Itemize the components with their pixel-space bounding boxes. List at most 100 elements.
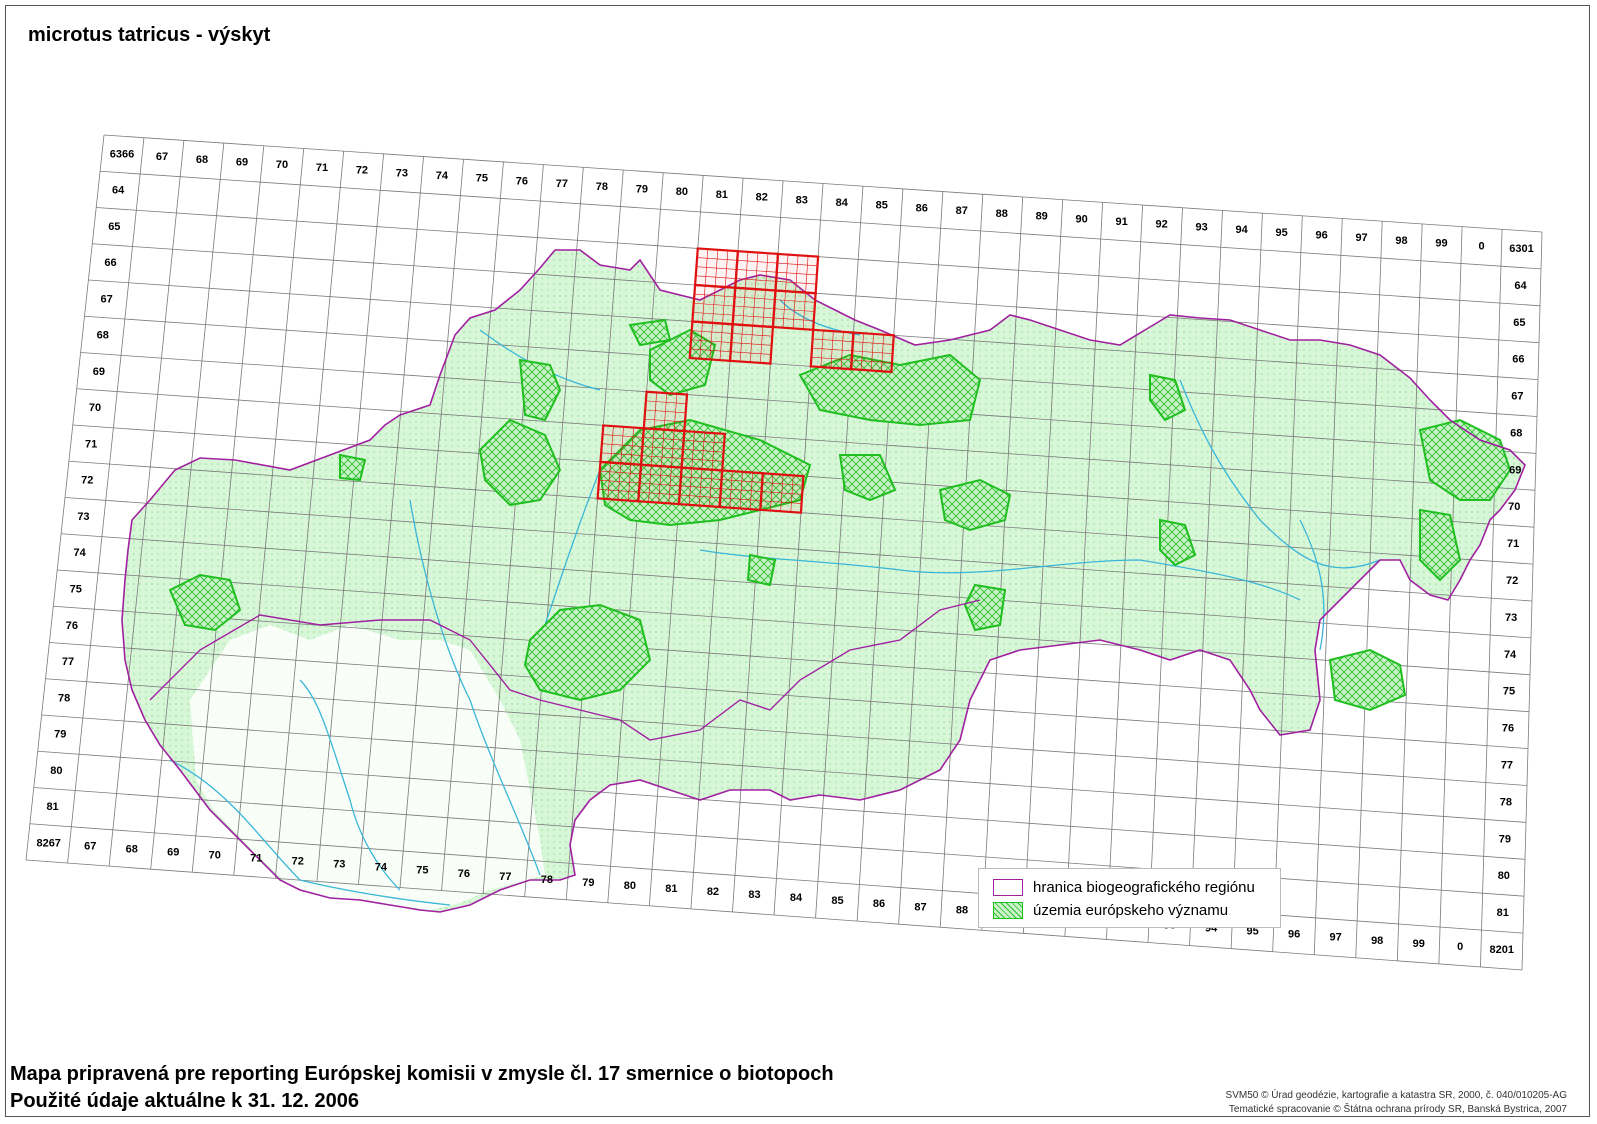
grid-right-label: 70	[1508, 501, 1520, 513]
grid-bottom-label: 96	[1288, 929, 1300, 941]
grid-bottom-label: 83	[748, 889, 760, 901]
grid-bottom-label: 68	[126, 843, 138, 855]
grid-bottom-label: 8267	[36, 837, 60, 849]
grid-top-label: 83	[796, 194, 808, 206]
grid-top-label: 87	[956, 205, 968, 217]
grid-bottom-label: 85	[831, 895, 843, 907]
grid-left-label: 71	[85, 438, 97, 450]
grid-bottom-label: 80	[624, 880, 636, 892]
grid-right-label: 68	[1510, 427, 1522, 439]
grid-bottom-label: 97	[1330, 932, 1342, 944]
grid-bottom-label: 70	[209, 849, 221, 861]
grid-right-label: 81	[1497, 907, 1509, 919]
grid-left-label: 66	[104, 257, 116, 269]
grid-right-label: 74	[1504, 649, 1517, 661]
grid-bottom-label: 0	[1457, 941, 1463, 953]
region-boundary-swatch	[993, 878, 1023, 896]
grid-right-label: 73	[1505, 612, 1517, 624]
grid-left-label: 74	[73, 547, 86, 559]
grid-right-label: 65	[1513, 317, 1525, 329]
grid-left-label: 79	[54, 729, 66, 741]
grid-top-label: 72	[356, 165, 368, 177]
grid-left-label: 73	[77, 511, 89, 523]
footer-line-1: Mapa pripravená pre reporting Európskej …	[10, 1063, 834, 1085]
footer-line-2: Použité údaje aktuálne k 31. 12. 2006	[10, 1090, 360, 1112]
grid-top-label: 67	[156, 151, 168, 163]
legend-row-region-boundary: hranica biogeografického regiónu	[993, 877, 1255, 897]
grid-top-label: 79	[636, 184, 648, 196]
grid-bottom-label: 74	[375, 862, 388, 874]
grid-left-label: 78	[58, 692, 70, 704]
grid-bottom-label: 71	[250, 853, 262, 865]
grid-top-label: 73	[396, 167, 408, 179]
grid-right-label: 79	[1499, 833, 1511, 845]
credit-line-1: SVM50 © Úrad geodézie, kartografie a kat…	[1225, 1090, 1567, 1101]
grid-top-label: 78	[596, 181, 608, 193]
grid-bottom-label: 73	[333, 859, 345, 871]
credit-line-2: Tematické spracovanie © Štátna ochrana p…	[1228, 1104, 1567, 1115]
grid-bottom-label: 84	[790, 892, 803, 904]
grid-left-label: 77	[62, 656, 74, 668]
legend: hranica biogeografického regiónu územia …	[978, 868, 1281, 928]
grid-right-label: 64	[1514, 280, 1527, 292]
grid-top-label: 81	[716, 189, 728, 201]
grid-top-label: 77	[556, 178, 568, 190]
grid-left-label: 80	[50, 765, 62, 777]
grid-right-label: 72	[1506, 575, 1518, 587]
grid-top-label: 93	[1196, 221, 1208, 233]
grid-bottom-label: 78	[541, 874, 553, 886]
grid-row-line	[25, 859, 1523, 971]
grid-bottom-label: 76	[458, 868, 470, 880]
grid-bottom-label: 67	[84, 840, 96, 852]
grid-left-label: 67	[100, 293, 112, 305]
grid-right-label: 67	[1511, 391, 1523, 403]
grid-bottom-label: 87	[914, 901, 926, 913]
grid-right-label: 77	[1501, 759, 1513, 771]
grid-top-label: 84	[836, 197, 849, 209]
grid-bottom-label: 79	[582, 877, 594, 889]
grid-bottom-label: 86	[873, 898, 885, 910]
grid-top-label: 82	[756, 192, 768, 204]
grid-top-label: 89	[1036, 211, 1048, 223]
grid-left-label: 68	[97, 330, 109, 342]
grid-bottom-label: 69	[167, 846, 179, 858]
map-canvas: 6366 67 68 69 70 71 72 73 74 75 76 77 78 79 80 81 82 83 84…	[25, 134, 1543, 971]
grid-top-label: 69	[236, 156, 248, 168]
grid-top-label: 91	[1116, 216, 1128, 228]
grid-left-label: 65	[108, 221, 120, 233]
grid-bottom-label: 72	[292, 856, 304, 868]
grid-top-label: 80	[676, 186, 688, 198]
grid-top-label: 85	[876, 200, 888, 212]
grid-left-label: 64	[112, 185, 125, 197]
european-sites-swatch	[993, 901, 1023, 919]
grid-left-label: 70	[89, 402, 101, 414]
grid-top-label: 76	[516, 175, 528, 187]
grid-left-label: 72	[81, 475, 93, 487]
grid-top-label: 90	[1076, 213, 1088, 225]
grid-bottom-label: 8201	[1490, 944, 1514, 956]
grid-top-label: 94	[1235, 224, 1248, 236]
grid-top-label: 68	[196, 154, 208, 166]
grid-top-label: 88	[996, 208, 1008, 220]
grid-top-label: 86	[916, 202, 928, 214]
legend-row-european-sites: územia európskeho významu	[993, 900, 1228, 920]
grid-top-label: 96	[1315, 229, 1327, 241]
grid-bottom-label: 75	[416, 865, 428, 877]
grid-right-label: 76	[1502, 723, 1514, 735]
grid-top-label: 92	[1156, 219, 1168, 231]
grid-right-label: 78	[1500, 796, 1512, 808]
grid-left-label: 76	[66, 620, 78, 632]
grid-top-label: 71	[316, 162, 328, 174]
grid-top-label: 95	[1275, 227, 1287, 239]
grid-left-label: 69	[93, 366, 105, 378]
grid-top-label: 98	[1395, 235, 1407, 247]
legend-label-region-boundary: hranica biogeografického regiónu	[1033, 878, 1255, 896]
grid-right-label: 69	[1509, 464, 1521, 476]
grid-top-label: 97	[1355, 232, 1367, 244]
grid-bottom-label: 99	[1413, 938, 1425, 950]
grid-bottom-label: 82	[707, 886, 719, 898]
grid-row-line	[103, 134, 1543, 233]
grid-right-label: 71	[1507, 538, 1519, 550]
grid-top-label: 99	[1435, 238, 1447, 250]
grid-top-label: 6301	[1509, 243, 1533, 255]
